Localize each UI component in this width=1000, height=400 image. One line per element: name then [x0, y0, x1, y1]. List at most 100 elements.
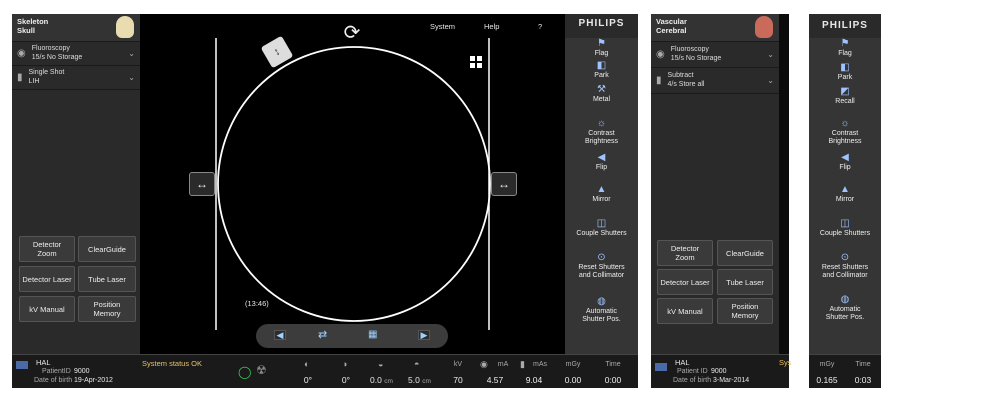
exposure-mode: Single Shot — [28, 69, 65, 77]
panel2-detector-laser-button[interactable]: Detector Laser — [657, 269, 713, 295]
ma-label: mA — [497, 361, 509, 368]
main-tool-couple-shutters[interactable]: ◫ Couple Shutters — [565, 218, 638, 238]
main-tool-reset-shutters-and-collimator[interactable]: ⊙ Reset Shutters and Collimator — [565, 252, 638, 280]
exposure-setting: LIH — [28, 77, 40, 85]
main-tool-metal[interactable]: ⚒ Metal — [565, 84, 638, 104]
image-viewer[interactable]: System Help ? ⟳ ↕ ↔ ↔ (13:46) ◀ ⇄ ▦ ▶ — [140, 14, 565, 354]
dob-label: Date of birth — [34, 377, 73, 384]
exposure-icon: ▮ — [17, 71, 23, 83]
side-tool-automatic-shutter-pos[interactable]: ◍ Automatic Shutter Pos. — [809, 294, 881, 322]
chevron-down-icon[interactable]: ⌄ — [767, 50, 774, 59]
vascular-screen: Vascular Cerebral ◉ Fluoroscopy 15/s No … — [651, 14, 792, 388]
dist1-value: 0.0 cm — [370, 375, 393, 385]
detector-laser-button[interactable]: Detector Laser — [19, 266, 75, 292]
side-tool-flag[interactable]: ⚑ Flag — [809, 38, 881, 58]
time-label: Time — [605, 361, 621, 368]
main-tool-flag[interactable]: ⚑ Flag — [565, 38, 638, 58]
side-tool-reset-shutters-and-collimator[interactable]: ⊙ Reset Shutters and Collimator — [809, 252, 881, 280]
panel2-subtract-row[interactable]: ▮ Subtract 4/s Store all ⌄ — [651, 68, 779, 94]
right-tool-column: ⚑ Flag ◧ Park ⚒ Metal ☼ Contrast Brightness ◀ Fli… — [565, 38, 638, 354]
exposure-icon: ▮ — [520, 359, 525, 369]
filmstrip-icon[interactable]: ▦ — [368, 329, 377, 340]
main-screen: Skeleton Skull ◉ Fluoroscopy 15/s No Sto… — [12, 14, 638, 388]
main-tool-label: Flag — [594, 50, 609, 57]
flag-icon-patient — [16, 361, 28, 369]
fluoro-protocol-row[interactable]: ◉ Fluoroscopy 15/s No Storage ⌄ — [12, 42, 140, 66]
exposure-protocol-row[interactable]: ▮ Single Shot LIH ⌄ — [12, 66, 140, 90]
side-tool-label: Automatic Shutter Pos. — [825, 306, 865, 322]
chevron-down-icon[interactable]: ⌄ — [767, 76, 774, 85]
next-icon[interactable]: ▶ — [418, 330, 430, 340]
side-tool-contrast-brightness[interactable]: ☼ Contrast Brightness — [809, 118, 881, 146]
main-tool-label: Flip — [595, 164, 608, 171]
shutter-right-handle[interactable]: ↔ — [491, 172, 517, 196]
panel2-anatomy-header[interactable]: Vascular Cerebral — [651, 14, 779, 42]
ready-icon: ◯ — [238, 365, 252, 379]
right-sidebar: PHILIPS ⚑ Flag ◧ Park ⚒ Metal ☼ Contrast Bright… — [565, 14, 638, 354]
side-tool-label: Flag — [838, 50, 852, 57]
panel2-fluoro-row[interactable]: ◉ Fluoroscopy 15/s No Storage ⌄ — [651, 42, 779, 68]
flip-icon: ◀ — [841, 152, 849, 163]
chevron-down-icon[interactable]: ⌄ — [128, 49, 135, 58]
layout-grid-icon[interactable] — [470, 56, 482, 68]
main-tool-label: Couple Shutters — [576, 230, 627, 237]
anatomy-header[interactable]: Skeleton Skull — [12, 14, 140, 42]
eye-icon: ◉ — [480, 359, 488, 369]
kv-manual-button[interactable]: kV Manual — [19, 296, 75, 322]
prev-icon[interactable]: ◀ — [274, 330, 286, 340]
reset-icon: ⊙ — [840, 252, 850, 263]
angle1-icon: ◐ — [304, 359, 310, 369]
image-timer: (13:46) — [245, 299, 269, 308]
auto-shutter-icon: ◍ — [840, 294, 850, 305]
detector-zoom-button[interactable]: Detector Zoom — [19, 236, 75, 262]
main-tool-mirror[interactable]: ▲ Mirror — [565, 184, 638, 204]
position-memory-button[interactable]: Position Memory — [78, 296, 136, 322]
eye-icon: ◉ — [656, 48, 665, 60]
main-tool-park[interactable]: ◧ Park — [565, 60, 638, 80]
side-tool-mirror[interactable]: ▲ Mirror — [809, 184, 881, 204]
left-sidebar: Skeleton Skull ◉ Fluoroscopy 15/s No Sto… — [12, 14, 140, 354]
sync-icon[interactable]: ⇄ — [318, 328, 327, 341]
side-tool-couple-shutters[interactable]: ◫ Couple Shutters — [809, 218, 881, 238]
side-tool-park[interactable]: ◧ Park — [809, 62, 881, 82]
mgy-value: 0.00 — [564, 375, 582, 385]
clearguide-button[interactable]: ClearGuide — [78, 236, 136, 262]
panel2-patient-id: 9000 — [711, 368, 727, 375]
side-tool-flip[interactable]: ◀ Flip — [809, 152, 881, 172]
panel2-fluoro-rate: 15/s No Storage — [670, 54, 722, 62]
panel2-tube-laser-button[interactable]: Tube Laser — [717, 269, 773, 295]
mirror-icon: ▲ — [596, 184, 607, 195]
main-tool-contrast-brightness[interactable]: ☼ Contrast Brightness — [565, 118, 638, 146]
chevron-down-icon[interactable]: ⌄ — [128, 73, 135, 82]
flag-icon: ⚑ — [597, 38, 606, 49]
shutter-left-handle[interactable]: ↔ — [189, 172, 215, 196]
rotate-icon[interactable]: ⟳ — [338, 20, 366, 46]
angle2-value: 0° — [341, 375, 351, 385]
mgy-label: mGy — [565, 361, 581, 368]
auto-shutter-icon: ◍ — [597, 296, 606, 307]
main-tool-automatic-shutter-pos[interactable]: ◍ Automatic Shutter Pos. — [565, 296, 638, 324]
panel2-subtract-mode: Subtract — [667, 72, 694, 80]
panel2-patient-id-label: Patient ID — [677, 368, 708, 375]
side-tool-label: Contrast Brightness — [828, 130, 862, 146]
status-bar: HAL PatientID 9000 Date of birth 19-Apr-… — [12, 354, 638, 388]
tube-laser-button[interactable]: Tube Laser — [78, 266, 136, 292]
system-status: System status OK — [142, 359, 203, 368]
side-tool-label: Park — [837, 74, 853, 81]
dist2-value: 5.0 cm — [408, 375, 431, 385]
patient-id-label: PatientID — [42, 368, 71, 375]
main-tool-label: Park — [594, 72, 609, 79]
panel2-kv-manual-button[interactable]: kV Manual — [657, 298, 713, 324]
contrast-icon: ☼ — [596, 118, 607, 129]
skull-icon — [116, 16, 134, 38]
flag-icon: ⚑ — [840, 38, 850, 49]
head-icon — [755, 16, 773, 38]
side-tool-recall[interactable]: ◩ Recall — [809, 86, 881, 106]
panel2-detector-zoom-button[interactable]: Detector Zoom — [657, 240, 713, 266]
main-tool-flip[interactable]: ◀ Flip — [565, 152, 638, 172]
panel2-dob-label: Date of birth — [673, 377, 712, 384]
panel2-clearguide-button[interactable]: ClearGuide — [717, 240, 773, 266]
subtract-icon: ▮ — [656, 74, 662, 86]
side-tool-label: Couple Shutters — [819, 230, 871, 237]
panel2-position-memory-button[interactable]: Position Memory — [717, 298, 773, 324]
